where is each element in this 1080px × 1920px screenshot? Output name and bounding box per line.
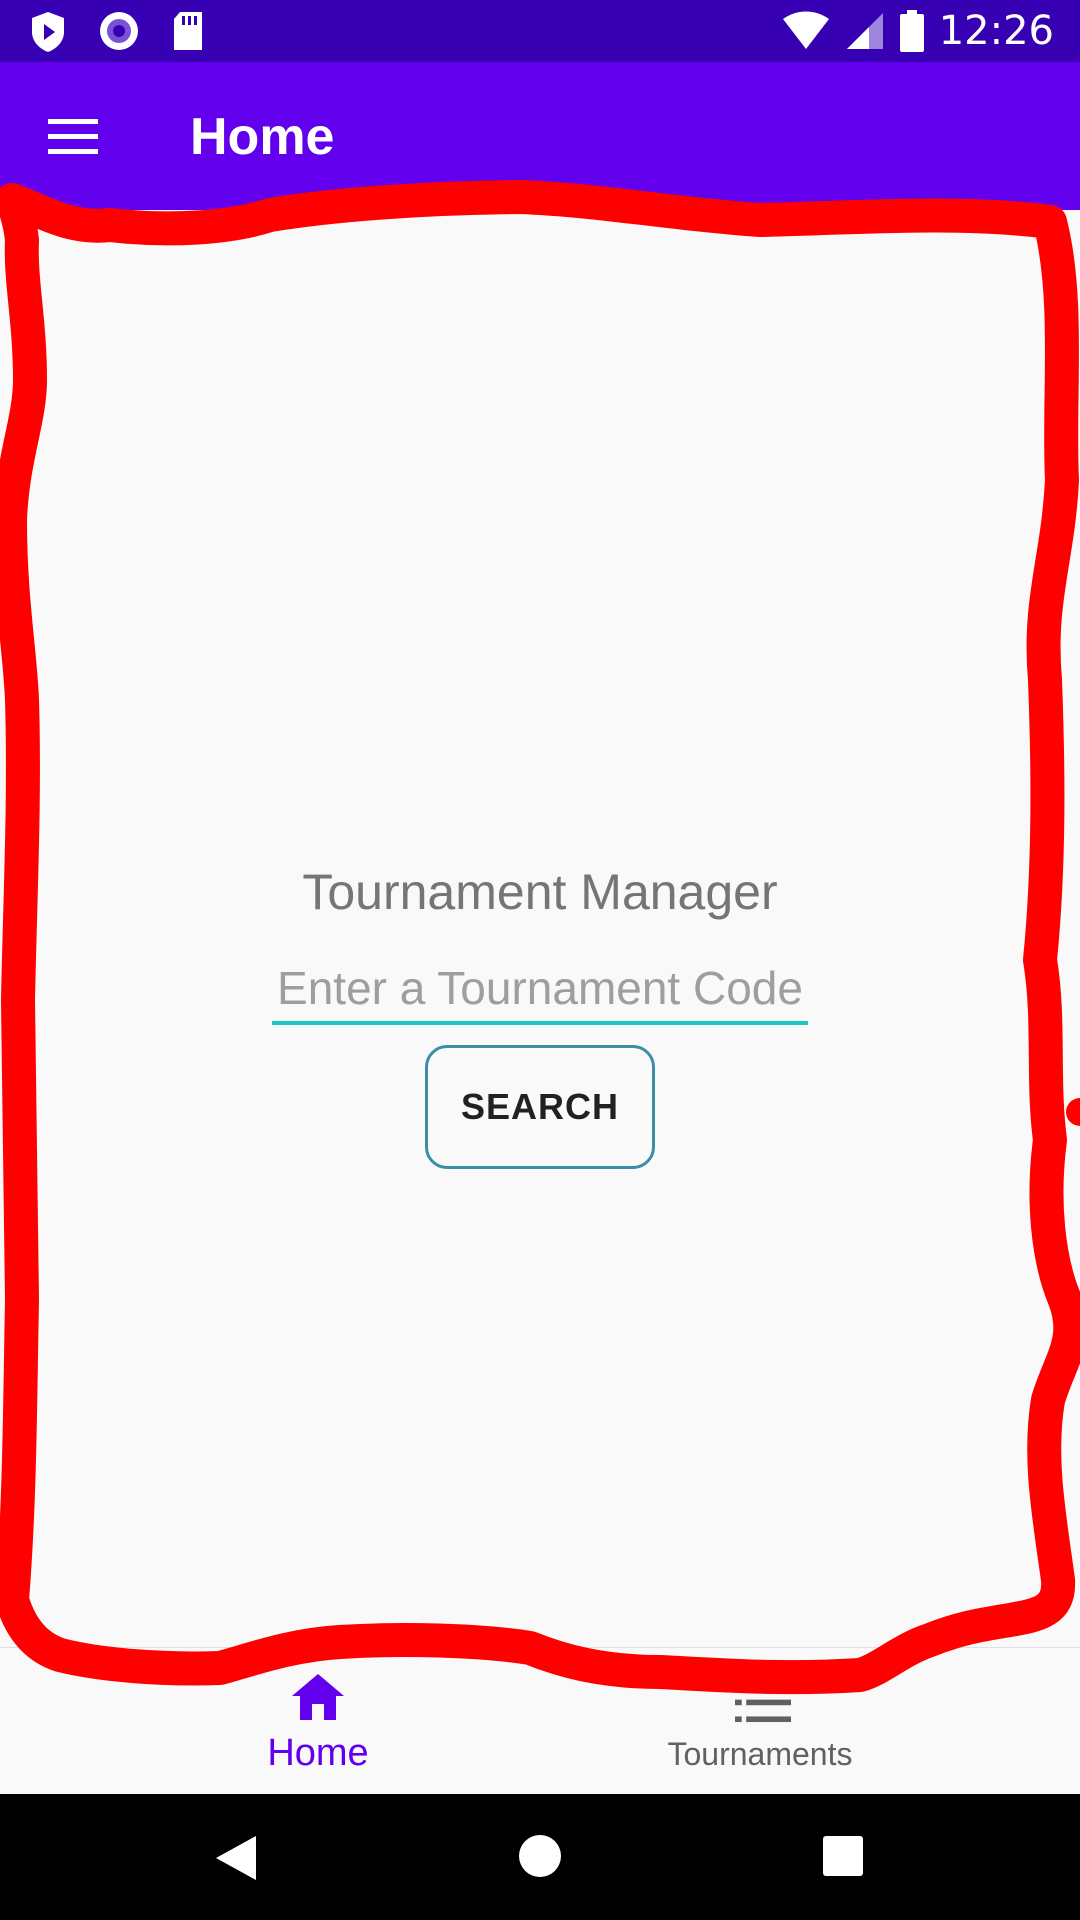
nav-item-tournaments[interactable]: Tournaments (540, 1648, 1080, 1795)
bottom-navigation: Home Tournaments (0, 1647, 1080, 1795)
sd-card-icon (174, 12, 202, 50)
back-icon[interactable] (214, 1834, 258, 1882)
signal-icon (846, 13, 883, 49)
hamburger-menu-icon[interactable] (48, 117, 98, 157)
notification-icons (28, 10, 206, 54)
wifi-icon (782, 11, 829, 49)
nav-item-home[interactable]: Home (0, 1648, 540, 1795)
tournament-code-input[interactable] (272, 955, 808, 1025)
nav-label-tournaments: Tournaments (667, 1736, 853, 1772)
home-circle-icon[interactable] (518, 1834, 562, 1878)
page-title: Home (190, 108, 335, 166)
app-bar: Home (0, 62, 1080, 210)
system-status: 12:26 (781, 6, 1054, 56)
home-icon (292, 1674, 344, 1720)
list-icon (735, 1682, 791, 1723)
play-protect-icon (32, 12, 64, 52)
status-time: 12:26 (938, 8, 1054, 54)
system-navigation-bar (0, 1794, 1080, 1920)
battery-icon (899, 10, 924, 52)
main-content (0, 210, 1080, 1647)
radio-icon (100, 12, 138, 50)
recents-icon[interactable] (823, 1836, 863, 1876)
search-button[interactable]: SEARCH (425, 1045, 655, 1169)
app-heading: Tournament Manager (302, 864, 778, 920)
status-bar: 12:26 (0, 0, 1080, 62)
